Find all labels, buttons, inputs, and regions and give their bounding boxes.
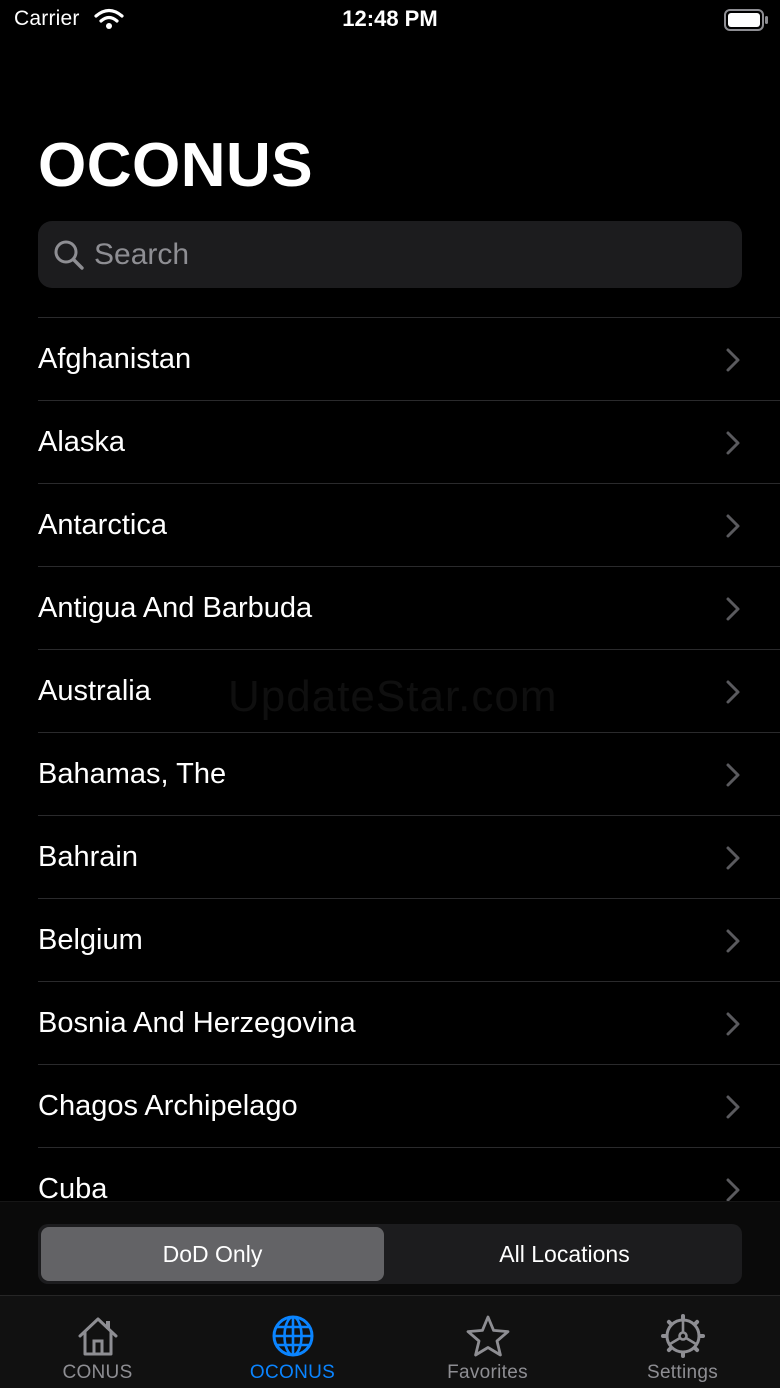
tab-label-settings: Settings [646, 1362, 719, 1383]
status-bar: Carrier 12:48 PM [0, 0, 780, 40]
list-item-label: Bosnia And Herzegovina [38, 1007, 356, 1039]
list-item-label: Bahrain [38, 841, 138, 873]
filter-panel: DoD Only All Locations [0, 1201, 780, 1296]
star-icon [466, 1315, 510, 1357]
gear-icon [661, 1314, 705, 1358]
chevron-right-icon [725, 513, 741, 544]
list-item[interactable]: Australia [38, 650, 780, 733]
list-item-label: Antigua And Barbuda [38, 592, 313, 624]
list-item[interactable]: Chagos Archipelago [38, 1065, 780, 1148]
list-item-label: Alaska [38, 426, 126, 458]
list-item-label: Australia [38, 675, 151, 707]
list-item-label: Antarctica [38, 509, 167, 541]
location-filter-segmented-control: DoD Only All Locations [38, 1224, 742, 1284]
segment-all-locations[interactable]: All Locations [390, 1227, 739, 1281]
page-title: OCONUS [38, 131, 314, 200]
tab-label-conus: CONUS [62, 1362, 133, 1383]
list-item[interactable]: Bahrain [38, 816, 780, 899]
tab-settings[interactable]: Settings [585, 1296, 780, 1388]
tab-favorites[interactable]: Favorites [390, 1296, 585, 1388]
segment-dod-only[interactable]: DoD Only [41, 1227, 384, 1281]
chevron-right-icon [725, 430, 741, 461]
search-icon [54, 240, 84, 270]
country-list: Afghanistan Alaska Antarctica Antigua And B… [38, 317, 780, 1202]
status-time: 12:48 PM [342, 6, 438, 31]
battery-icon [724, 9, 770, 36]
list-item-label: Belgium [38, 924, 143, 956]
list-item[interactable]: Antarctica [38, 484, 780, 567]
list-item[interactable]: Bahamas, The [38, 733, 780, 816]
chevron-right-icon [725, 679, 741, 710]
house-icon [78, 1317, 118, 1356]
list-item-label: Afghanistan [38, 343, 192, 375]
chevron-right-icon [725, 1011, 741, 1042]
search-input[interactable] [94, 221, 724, 288]
list-item-label: Chagos Archipelago [38, 1090, 298, 1122]
chevron-right-icon [725, 845, 741, 876]
list-item[interactable]: Alaska [38, 401, 780, 484]
tab-conus[interactable]: CONUS [0, 1296, 195, 1388]
list-item[interactable]: Afghanistan [38, 318, 780, 401]
list-item[interactable]: Belgium [38, 899, 780, 982]
chevron-right-icon [725, 928, 741, 959]
list-item[interactable]: Antigua And Barbuda [38, 567, 780, 650]
list-item[interactable]: Bosnia And Herzegovina [38, 982, 780, 1065]
chevron-right-icon [725, 1094, 741, 1125]
list-item[interactable]: Cuba [38, 1148, 780, 1202]
search-bar[interactable] [38, 221, 742, 288]
chevron-right-icon [725, 596, 741, 627]
chevron-right-icon [725, 347, 741, 378]
list-item-label: Cuba [38, 1173, 108, 1202]
tab-label-favorites: Favorites [447, 1362, 528, 1383]
tab-bar: CONUS OCONUS Favorites Settings [0, 1295, 780, 1388]
list-item-label: Bahamas, The [38, 758, 227, 790]
chevron-right-icon [725, 1177, 741, 1202]
chevron-right-icon [725, 762, 741, 793]
globe-icon [272, 1315, 314, 1357]
tab-label-oconus: OCONUS [249, 1362, 336, 1383]
tab-oconus[interactable]: OCONUS [195, 1296, 390, 1388]
